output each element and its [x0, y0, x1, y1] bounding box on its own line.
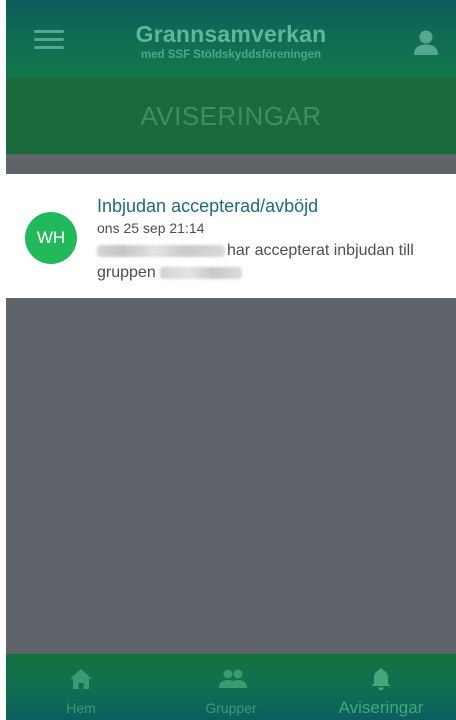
bottom-nav: Hem Grupper Aviseringar: [6, 654, 456, 720]
redacted-group-name: [159, 266, 242, 279]
nav-item-groups[interactable]: Grupper: [156, 654, 306, 720]
brand: Grannsamverkan med SSF Stöldskyddsföreni…: [6, 22, 456, 62]
notification-body: har accepterat inbjudan till gruppen: [97, 240, 437, 284]
app-frame: Grannsamverkan med SSF Stöldskyddsföreni…: [0, 0, 456, 720]
app-title: Grannsamverkan: [135, 21, 327, 47]
avatar: WH: [25, 212, 77, 264]
bell-icon: [368, 666, 394, 692]
nav-item-home[interactable]: Hem: [6, 654, 156, 720]
group-icon: [218, 666, 247, 692]
user-icon[interactable]: [412, 28, 440, 56]
nav-label-groups: Grupper: [205, 700, 257, 716]
app-subtitle: med SSF Stöldskyddsföreningen: [140, 49, 322, 61]
home-icon: [68, 666, 94, 692]
app-header: Grannsamverkan med SSF Stöldskyddsföreni…: [6, 0, 456, 78]
nav-item-notifications[interactable]: Aviseringar: [306, 654, 456, 720]
nav-label-notifications: Aviseringar: [338, 698, 424, 717]
notification-time: ons 25 sep 21:14: [97, 220, 205, 236]
redacted-user-name: [97, 244, 225, 257]
notification-body-text: har accepterat inbjudan till: [227, 242, 414, 259]
page-title: AVISERINGAR: [6, 78, 456, 154]
nav-label-home: Hem: [66, 700, 96, 716]
notification-title: Inbjudan accepterad/avböjd: [97, 196, 319, 216]
notification-body-group-word: gruppen: [97, 264, 156, 281]
